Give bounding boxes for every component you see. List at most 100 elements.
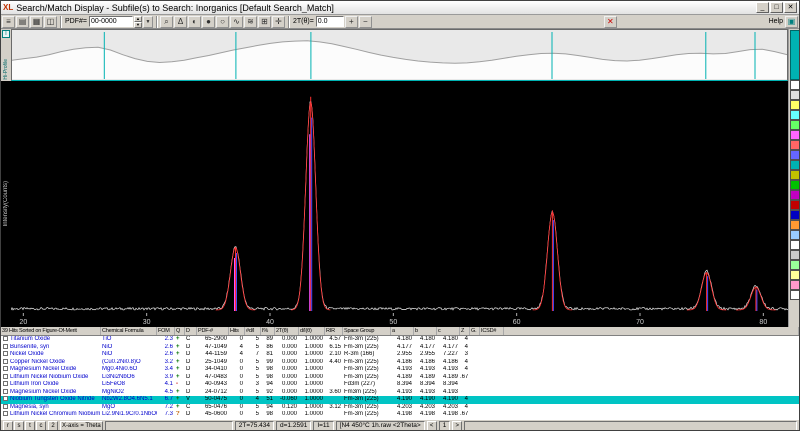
zoom-in-icon[interactable]: + — [345, 16, 358, 28]
stack-icon[interactable]: ≋ — [244, 16, 257, 28]
mode-button-r[interactable]: r — [3, 421, 13, 431]
maximize-button[interactable]: □ — [770, 2, 783, 13]
overlay-icon[interactable]: ◫ — [44, 16, 57, 28]
row-checkbox[interactable] — [3, 351, 8, 356]
column-header[interactable]: I% — [261, 327, 275, 335]
crosshair-icon[interactable]: ✛ — [272, 16, 285, 28]
table-row[interactable]: Bunsenite, synNiO2.6+D47-104945860.0001.… — [1, 344, 799, 352]
empty-circle-icon[interactable]: ○ — [216, 16, 229, 28]
pattern-table-icon[interactable]: ▦ — [30, 16, 43, 28]
table-row[interactable]: Copper Nickel Oxide(Cu0.2Ni0.8)O3.2+D25-… — [1, 359, 799, 367]
pdf-number-stepper[interactable]: ▲ ▼ — [134, 16, 142, 27]
palette-button-14[interactable] — [790, 220, 800, 230]
palette-button-3[interactable] — [790, 110, 800, 120]
column-header[interactable]: 2T(θ) — [275, 327, 299, 335]
palette-button-8[interactable] — [790, 160, 800, 170]
palette-button-16[interactable] — [790, 240, 800, 250]
palette-button-19[interactable] — [790, 270, 800, 280]
prev-scan-button[interactable]: < — [427, 421, 437, 431]
palette-button-1[interactable] — [790, 90, 800, 100]
search-icon[interactable]: ⌕ — [160, 16, 173, 28]
row-checkbox[interactable] — [3, 374, 8, 379]
row-checkbox[interactable] — [3, 396, 8, 401]
palette-button-5[interactable] — [790, 130, 800, 140]
column-header[interactable]: 39 Hits Sorted on Figure-Of-Merit — [1, 327, 101, 335]
column-header[interactable]: G. — [470, 327, 480, 335]
palette-button-21[interactable] — [790, 290, 800, 300]
table-row[interactable]: Magnesia, synMgO7.2+C65-047605940.1201.0… — [1, 404, 799, 412]
close-overlay-icon[interactable]: ✕ — [604, 16, 617, 28]
palette-button-10[interactable] — [790, 180, 800, 190]
table-row[interactable]: Lithium Nickel Chromium Niobium OxideLi2… — [1, 411, 799, 419]
mode-button-s[interactable]: s — [14, 421, 24, 431]
palette-button-20[interactable] — [790, 280, 800, 290]
column-header[interactable]: Chemical Formula — [101, 327, 157, 335]
table-row[interactable]: Magnesium Nickel OxideMgNiO24.5+D24-0712… — [1, 389, 799, 397]
palette-button-0[interactable] — [790, 80, 800, 90]
row-checkbox[interactable] — [3, 366, 8, 371]
column-header[interactable]: b — [414, 327, 437, 335]
table-row[interactable]: Niobium Tungsten Oxide NitrideNb2W2.8O4.… — [1, 396, 799, 404]
row-checkbox[interactable] — [3, 359, 8, 364]
next-scan-button[interactable]: > — [452, 421, 462, 431]
column-header[interactable]: Space Group — [343, 327, 391, 335]
t-marker-icon[interactable]: T — [2, 30, 10, 38]
pin-icon[interactable]: ▣ — [785, 16, 798, 28]
row-checkbox[interactable] — [3, 389, 8, 394]
palette-button-15[interactable] — [790, 230, 800, 240]
palette-button-9[interactable] — [790, 170, 800, 180]
mode-button-t[interactable]: t — [25, 421, 35, 431]
palette-button-13[interactable] — [790, 210, 800, 220]
hi-profile-chart[interactable] — [11, 29, 788, 81]
xrd-pattern-chart[interactable]: 20304050607080 — [11, 81, 788, 327]
table-row[interactable]: Lithium Nickel Niobium OxideLi3Ni2NbO63.… — [1, 374, 799, 382]
column-header[interactable]: Hits — [229, 327, 245, 335]
column-header[interactable]: d/I(θ) — [299, 327, 325, 335]
zoom-out-icon[interactable]: − — [359, 16, 372, 28]
palette-button-18[interactable] — [790, 260, 800, 270]
count-button[interactable]: 2 — [48, 421, 58, 431]
peaks-icon[interactable]: ∿ — [230, 16, 243, 28]
column-header[interactable]: c — [437, 327, 460, 335]
pdf-number-input[interactable] — [89, 16, 133, 27]
report-icon[interactable]: ▤ — [16, 16, 29, 28]
column-header[interactable]: FOM — [157, 327, 175, 335]
column-header[interactable]: D — [185, 327, 197, 335]
two-theta-input[interactable] — [316, 16, 344, 27]
column-header[interactable]: a — [391, 327, 414, 335]
table-row[interactable]: Lithium Iron OxideLi5FeO84.1-D40-0943039… — [1, 381, 799, 389]
column-header[interactable]: Q — [175, 327, 185, 335]
filled-circle-icon[interactable]: ● — [202, 16, 215, 28]
palette-button-11[interactable] — [790, 190, 800, 200]
delta-icon[interactable]: Δ — [174, 16, 187, 28]
mode-button-c[interactable]: c — [36, 421, 46, 431]
menu-icon[interactable]: ≡ — [2, 16, 15, 28]
help-menu[interactable]: Help — [769, 18, 783, 25]
table-row[interactable]: Nickel OxideNiO2.6+D44-115947810.0001.00… — [1, 351, 799, 359]
column-header[interactable]: ICSD# — [480, 327, 504, 335]
palette-button-7[interactable] — [790, 150, 800, 160]
table-row[interactable]: Titanium OxideTiO2.3+C65-290005890.0001.… — [1, 336, 799, 344]
column-header[interactable]: Z — [460, 327, 470, 335]
xaxis-mode-button[interactable]: X-axis = Theta — [60, 421, 103, 431]
scroll-thumb[interactable] — [790, 30, 800, 80]
column-header[interactable]: RIR — [325, 327, 343, 335]
palette-button-4[interactable] — [790, 120, 800, 130]
row-checkbox[interactable] — [3, 404, 8, 409]
grid-icon[interactable]: ⊞ — [258, 16, 271, 28]
close-button[interactable]: ✕ — [784, 2, 797, 13]
row-checkbox[interactable] — [3, 411, 8, 416]
table-row[interactable]: Magnesium Nickel OxideMg0.4Ni0.6O3.4+D34… — [1, 366, 799, 374]
column-header[interactable]: PDF-# — [197, 327, 229, 335]
palette-button-12[interactable] — [790, 200, 800, 210]
minimize-button[interactable]: _ — [756, 2, 769, 13]
contrast-icon[interactable]: ◐ — [188, 16, 201, 28]
row-checkbox[interactable] — [3, 381, 8, 386]
row-checkbox[interactable] — [3, 336, 8, 341]
pdf-dropdown-button[interactable]: ▼ — [143, 16, 153, 28]
column-header[interactable]: #d/I — [245, 327, 261, 335]
spinner-down-icon[interactable]: ▼ — [134, 22, 142, 28]
palette-button-2[interactable] — [790, 100, 800, 110]
row-checkbox[interactable] — [3, 344, 8, 349]
palette-button-6[interactable] — [790, 140, 800, 150]
